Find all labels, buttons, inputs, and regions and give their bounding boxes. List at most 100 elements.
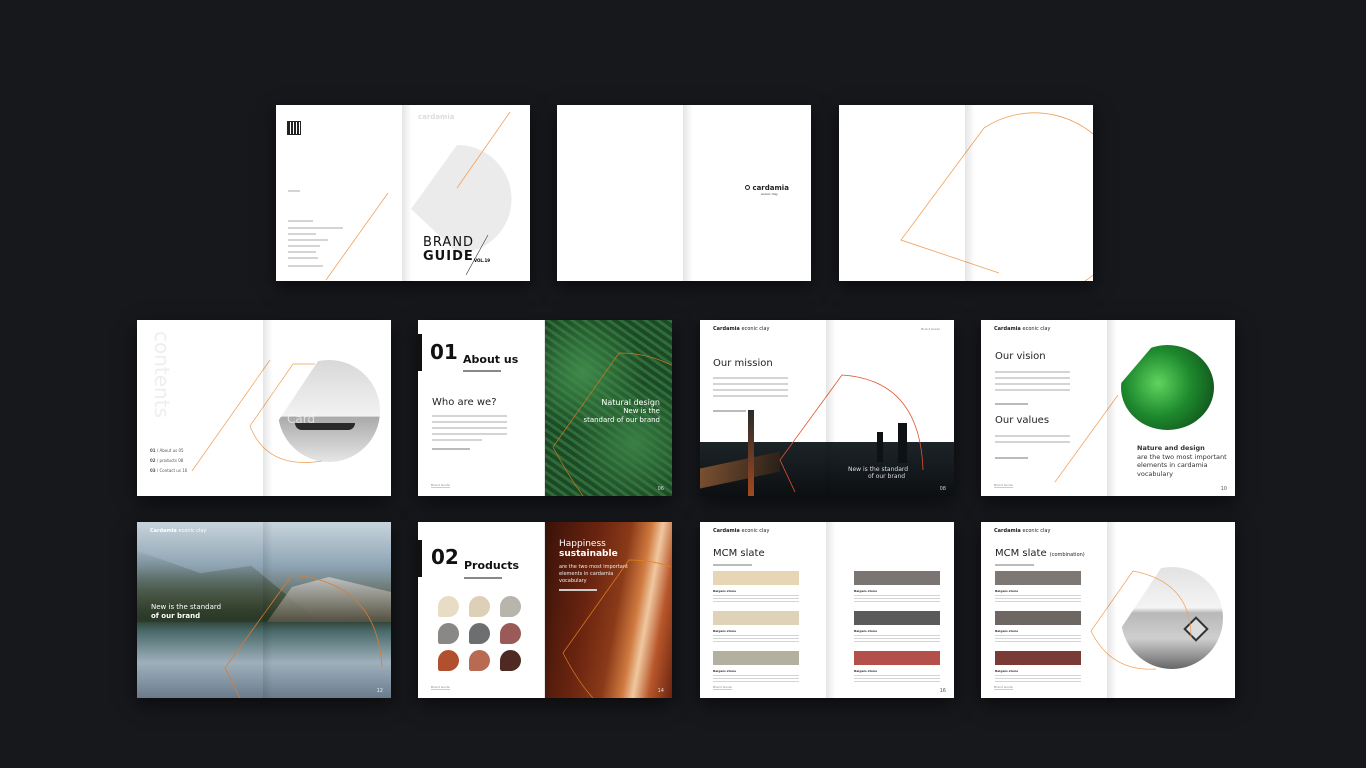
text-line (288, 257, 318, 259)
contents-item[interactable]: 02 / products 08 (150, 456, 187, 466)
text-line (995, 641, 1081, 642)
slate-sample (854, 571, 940, 585)
spine (263, 320, 277, 496)
slate-sample (995, 571, 1081, 585)
text-line (854, 681, 940, 682)
product-swatch (469, 650, 490, 671)
slate-sample (854, 611, 940, 625)
title-underline (995, 564, 1034, 566)
text-line (713, 598, 799, 599)
section-number: 02 (431, 545, 459, 569)
cover-logo: cardamia (418, 113, 455, 121)
contents-list: 01 / About us 05 02 / products 08 03 / C… (150, 446, 187, 476)
text-line (995, 635, 1081, 636)
text-line (995, 383, 1070, 385)
footer-label: Brand Guide (431, 483, 450, 488)
spread-products: 02 Products Brand Guide Happiness sustai… (418, 522, 672, 698)
text-line (432, 433, 507, 435)
text-line (288, 245, 320, 247)
section-title: Products (464, 559, 520, 572)
text-line (713, 377, 788, 379)
page-number: 16 (939, 688, 946, 694)
product-swatch (469, 596, 490, 617)
text-line (713, 638, 799, 639)
section-marker (418, 334, 422, 371)
contents-title: contents (150, 331, 174, 418)
accent-line (456, 111, 511, 189)
text-line (854, 595, 940, 596)
spread-vision: Cardamia econic clay Our vision Our valu… (981, 320, 1235, 496)
product-swatch (469, 623, 490, 644)
heading-mission: Our mission (713, 358, 773, 369)
heading-mcm-slate: MCM slate (713, 548, 765, 559)
slate-label: Balgam stone (995, 589, 1019, 593)
slate-sample (713, 611, 799, 625)
product-swatch (438, 623, 459, 644)
slate-sample (995, 611, 1081, 625)
text-line (995, 675, 1081, 676)
text-underline (713, 410, 746, 412)
text-line (713, 595, 799, 596)
overlay-line: New is the standard (151, 603, 222, 611)
spread-outline (839, 105, 1093, 281)
page-number: 06 (657, 486, 664, 492)
spread-mission: Cardamia econic clay Brand Guide Our mis… (700, 320, 954, 496)
slate-label: Balgam stone (713, 629, 737, 633)
section-marker (418, 540, 422, 577)
skyscraper (898, 423, 907, 463)
cover-graphics (325, 111, 512, 281)
cover-volume: VOL.19 (474, 258, 491, 263)
header-brand: Cardamia econic clay (150, 528, 207, 534)
caption-title: Nature and design (1137, 444, 1205, 452)
slate-sample (995, 651, 1081, 665)
boat-photo (278, 360, 380, 462)
text-line (995, 681, 1081, 682)
page-number: 14 (657, 688, 664, 694)
text-line (713, 389, 788, 391)
slate-label: Balgam stone (854, 669, 878, 673)
spine (1107, 522, 1121, 698)
title-underline (713, 564, 752, 566)
text-underline (995, 457, 1028, 459)
text-line (713, 383, 788, 385)
slate-label: Balgam stone (713, 669, 737, 673)
spread-contents: contents 01 / About us 05 02 / products … (137, 320, 391, 496)
slate-label: Balgam stone (995, 629, 1019, 633)
text-line (995, 598, 1081, 599)
text-underline (995, 403, 1028, 405)
footer-label: Brand Guide (713, 685, 732, 690)
text-line (288, 233, 316, 235)
accent-outline (900, 112, 1093, 281)
text-underline (559, 589, 597, 591)
header-brand: Cardamia econic clay (994, 528, 1051, 534)
header-brand: Cardamia econic clay (713, 528, 770, 534)
slate-label: Balgam stone (713, 589, 737, 593)
overlay-line: of our brand (151, 612, 201, 620)
caption-body: are the two most important elements in c… (1137, 452, 1227, 478)
text-line (713, 681, 799, 682)
text-line (713, 675, 799, 676)
text-line (995, 638, 1081, 639)
text-line (995, 435, 1070, 437)
spread-mcm-slate: Cardamia econic clay MCM slate Balgam st… (700, 522, 954, 698)
page-number: 12 (376, 688, 383, 694)
text-line (995, 601, 1081, 602)
text-line (854, 601, 940, 602)
slate-sample (854, 651, 940, 665)
brand-logo: cardamia econic clay (745, 184, 789, 196)
overlay-line: New is the (623, 407, 660, 415)
footer-label: Brand Guide (994, 685, 1013, 690)
text-line (995, 678, 1081, 679)
sea-photo (1121, 567, 1223, 669)
spine (683, 105, 697, 281)
spine (402, 105, 416, 281)
heading-values: Our values (995, 415, 1050, 426)
spread-about-us: 01 About us Who are we? Brand Guide Natu… (418, 320, 672, 496)
spread-landscape: Cardamia econic clay New is the standard… (137, 522, 391, 698)
overlay-title-bold: sustainable (559, 549, 618, 559)
text-line (995, 441, 1070, 443)
contents-item[interactable]: 01 / About us 05 (150, 446, 187, 456)
text-line (432, 427, 507, 429)
contents-item[interactable]: 03 / Contact us 16 (150, 466, 187, 476)
slate-label: Balgam stone (995, 669, 1019, 673)
